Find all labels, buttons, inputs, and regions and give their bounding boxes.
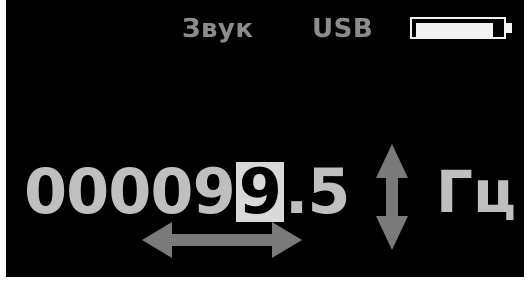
battery-fill xyxy=(416,23,493,37)
frequency-digit[interactable]: 0 xyxy=(24,157,67,227)
frequency-digit[interactable]: 0 xyxy=(150,157,193,227)
up-down-arrow-icon[interactable] xyxy=(376,144,408,250)
frequency-digit[interactable]: 5 xyxy=(307,157,350,227)
frequency-digit[interactable]: 0 xyxy=(66,157,109,227)
left-right-arrow-icon[interactable] xyxy=(142,222,302,258)
frequency-value[interactable]: 000099.5 xyxy=(24,152,351,232)
battery-icon xyxy=(410,17,512,39)
usb-label: USB xyxy=(312,14,374,44)
frequency-digit-selected[interactable]: 9 xyxy=(235,161,284,223)
device-screen: Звук USB 000099.5 Гц xyxy=(6,0,524,277)
battery-body xyxy=(410,17,506,39)
frequency-digit[interactable]: 9 xyxy=(193,157,236,227)
frequency-digit[interactable]: 0 xyxy=(108,157,151,227)
frequency-unit: Гц xyxy=(436,158,516,226)
battery-tip xyxy=(506,23,512,33)
frequency-digit[interactable]: . xyxy=(285,157,309,227)
sound-label: Звук xyxy=(182,14,254,44)
